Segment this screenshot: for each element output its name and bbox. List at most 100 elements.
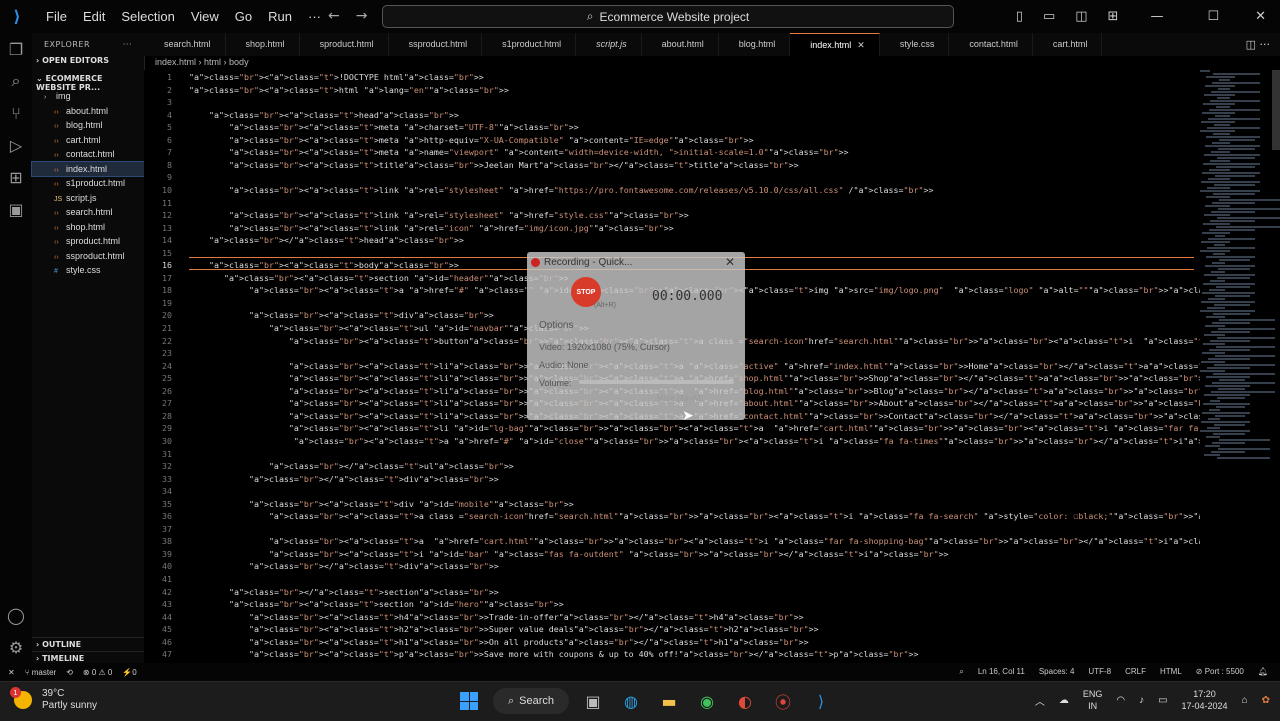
code-line: "a">class="br"><"a">class="t">!DOCTYPE h…: [189, 72, 484, 82]
ports-indicator[interactable]: ⚡0: [122, 668, 136, 677]
source-control-icon[interactable]: ⑂: [0, 97, 32, 129]
language-indicator[interactable]: ENG IN: [1083, 688, 1103, 712]
editor-tab[interactable]: style.css: [880, 33, 950, 56]
file-item[interactable]: # style.css: [32, 263, 144, 278]
copilot-icon[interactable]: ✿: [1262, 695, 1270, 706]
editor-tab[interactable]: about.html: [642, 33, 719, 56]
sync-icon[interactable]: ⟲: [66, 668, 73, 677]
file-item[interactable]: ‹› sproduct.html: [32, 234, 144, 249]
encoding[interactable]: UTF-8: [1088, 667, 1111, 677]
cursor-position[interactable]: Ln 16, Col 11: [978, 667, 1025, 677]
toggle-secondary-sidebar-icon[interactable]: ◫: [1065, 9, 1097, 24]
problems-indicator[interactable]: ⊗ 0 ⚠ 0: [83, 668, 112, 677]
breadcrumb-file[interactable]: index.html: [155, 57, 196, 67]
minimize-icon[interactable]: —: [1128, 9, 1185, 24]
whatsapp-icon[interactable]: ◉: [693, 687, 721, 715]
editor-tab[interactable]: blog.html: [719, 33, 791, 56]
toggle-sidebar-icon[interactable]: ▯: [1006, 9, 1033, 24]
editor-tab[interactable]: index.html ✕: [790, 33, 880, 56]
menu-item[interactable]: Selection: [113, 9, 182, 24]
forward-arrow-icon[interactable]: →: [356, 8, 368, 24]
file-item[interactable]: ‹› about.html: [32, 104, 144, 119]
notifications-icon[interactable]: 🔔︎: [1258, 667, 1268, 677]
menu-item[interactable]: Go: [227, 9, 260, 24]
end-of-line[interactable]: CRLF: [1125, 667, 1146, 677]
weather-widget[interactable]: 1 39°C Partly sunny: [10, 687, 97, 712]
close-recording-icon[interactable]: ✕: [725, 255, 735, 269]
vscode-taskbar-icon[interactable]: ⟩: [807, 687, 835, 715]
editor-tab[interactable]: script.js: [576, 33, 642, 56]
indentation[interactable]: Spaces: 4: [1039, 667, 1075, 677]
extensions-icon[interactable]: ⊞: [0, 161, 32, 193]
editor-tab[interactable]: sproduct.html: [300, 33, 389, 56]
branch-indicator[interactable]: ⑂ master: [25, 668, 56, 677]
menu-item[interactable]: ···: [300, 9, 329, 24]
start-icon[interactable]: [455, 687, 483, 715]
close-tab-icon[interactable]: ✕: [857, 40, 865, 50]
explorer-icon[interactable]: ❐: [0, 33, 32, 65]
menu-item[interactable]: File: [38, 9, 75, 24]
line-number: 21: [162, 323, 172, 333]
minimap[interactable]: [1200, 70, 1280, 470]
editor-tab[interactable]: s1product.html: [482, 33, 577, 56]
file-item[interactable]: ‹› search.html: [32, 205, 144, 220]
run-debug-icon[interactable]: ▷: [0, 129, 32, 161]
editor-scrollbar[interactable]: [1272, 70, 1280, 150]
clock[interactable]: 17:20 17-04-2024: [1182, 688, 1228, 712]
remote-icon[interactable]: ✕: [8, 668, 15, 677]
back-arrow-icon[interactable]: ←: [328, 8, 340, 24]
options-label[interactable]: Options: [539, 320, 573, 331]
volume-icon[interactable]: ♪: [1139, 695, 1144, 706]
onedrive-icon[interactable]: ☁: [1059, 695, 1069, 706]
file-item[interactable]: ‹› blog.html: [32, 118, 144, 133]
account-icon[interactable]: ◯: [0, 599, 32, 631]
zoom-icon[interactable]: ⌕: [959, 667, 963, 677]
battery-icon[interactable]: ▭: [1158, 695, 1167, 706]
open-editors-section[interactable]: › OPEN EDITORS: [32, 53, 144, 71]
taskbar-search-label: Search: [519, 695, 555, 707]
volume-slider[interactable]: [579, 380, 734, 384]
line-number: 47: [162, 649, 172, 660]
breadcrumb-body[interactable]: body: [229, 57, 249, 67]
search-icon[interactable]: ⌕: [0, 65, 32, 97]
editor-tab[interactable]: cart.html: [1033, 33, 1103, 56]
file-item[interactable]: JS script.js: [32, 191, 144, 206]
notification-center-icon[interactable]: ⌂: [1242, 695, 1248, 706]
mute-checkbox[interactable]: Mute (Alt+M): [657, 394, 703, 403]
wifi-icon[interactable]: ◠: [1116, 695, 1125, 706]
more-actions-icon[interactable]: ···: [123, 40, 132, 49]
editor-tab[interactable]: contact.html: [949, 33, 1033, 56]
project-folder[interactable]: ⌄ ECOMMERCE WEBSITE PR...: [32, 71, 144, 92]
maximize-icon[interactable]: ☐: [1185, 9, 1241, 24]
outline-section[interactable]: › OUTLINE: [32, 637, 144, 651]
toggle-panel-icon[interactable]: ▭: [1033, 9, 1065, 24]
settings-gear-icon[interactable]: ⚙: [0, 631, 32, 663]
chrome-icon[interactable]: ◐: [731, 687, 759, 715]
file-item[interactable]: ‹› ssproduct.html: [32, 249, 144, 264]
breadcrumb-html[interactable]: html: [204, 57, 221, 67]
file-item[interactable]: ‹› s1product.html: [32, 176, 144, 191]
file-item[interactable]: ‹› index.html: [31, 160, 145, 177]
close-window-icon[interactable]: ✕: [1241, 9, 1280, 24]
menu-item[interactable]: Run: [260, 9, 300, 24]
editor-tab[interactable]: ssproduct.html: [389, 33, 483, 56]
file-item[interactable]: ‹› cart.html: [32, 133, 144, 148]
file-explorer-icon[interactable]: ▬: [655, 687, 683, 715]
menu-item[interactable]: Edit: [75, 9, 113, 24]
file-item[interactable]: ‹› shop.html: [32, 220, 144, 235]
customize-layout-icon[interactable]: ⊞: [1098, 9, 1129, 24]
screen-recorder-icon[interactable]: ⦿: [769, 687, 797, 715]
editor-tab[interactable]: search.html: [144, 33, 226, 56]
show-hidden-icons[interactable]: ︿: [1035, 693, 1045, 708]
live-server-port[interactable]: ⊘ Port : 5500: [1196, 667, 1244, 677]
menu-item[interactable]: View: [183, 9, 227, 24]
split-editor-icon[interactable]: ◫ ···: [1246, 38, 1270, 51]
taskbar-search[interactable]: ⌕ Search: [493, 688, 569, 714]
language-mode[interactable]: HTML: [1160, 667, 1182, 677]
editor-tab[interactable]: shop.html: [226, 33, 300, 56]
command-center-search[interactable]: ⌕ Ecommerce Website project: [382, 5, 954, 28]
edge-browser-icon[interactable]: ◍: [617, 687, 645, 715]
remote-explorer-icon[interactable]: ▣: [0, 193, 32, 225]
file-item[interactable]: ‹› contact.html: [32, 147, 144, 162]
task-view-icon[interactable]: ▣: [579, 687, 607, 715]
